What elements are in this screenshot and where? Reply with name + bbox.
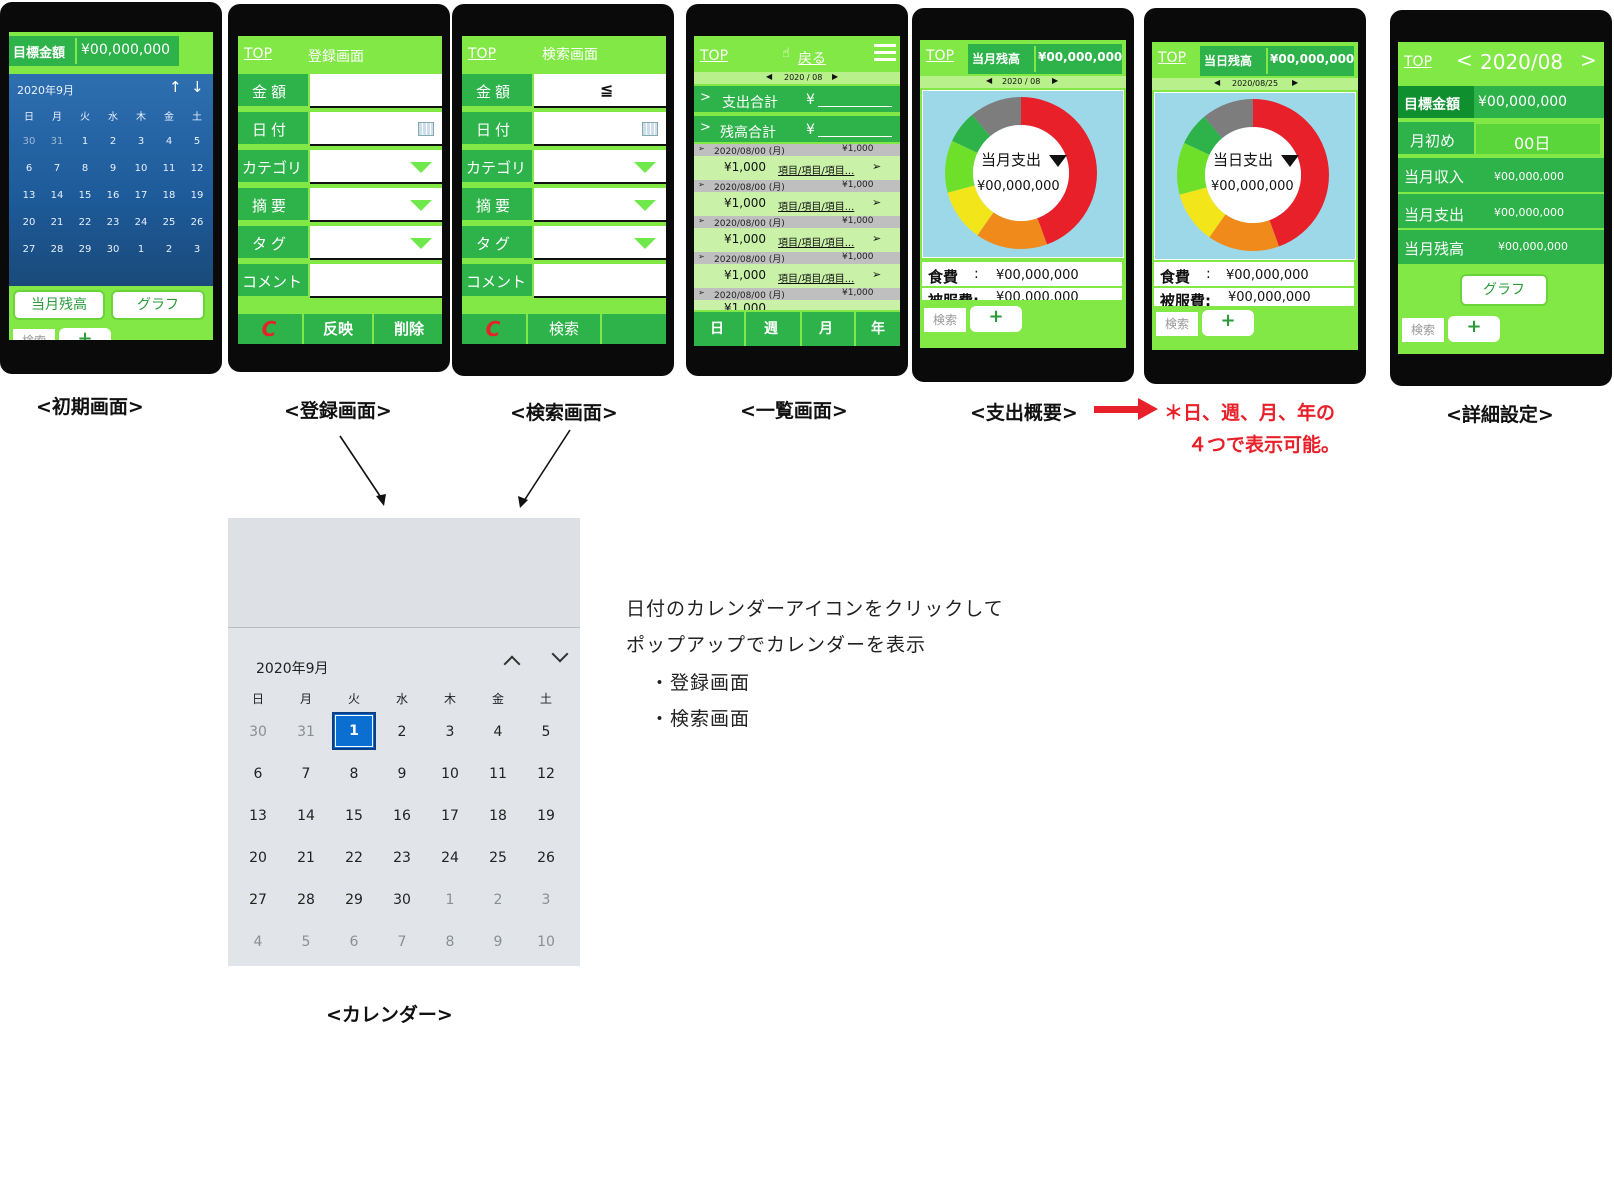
popup-calendar: 2020年9月 日月火水木金土 30 31 1 2 3 4 5 6 7 8 9 10 11 12 13 14 15… [228,518,580,966]
calendar-day-cell[interactable]: 12 [524,760,568,788]
chevron-down-icon[interactable] [551,645,569,663]
calendar-day-cell[interactable]: 10 [524,928,568,956]
calendar-day-cell[interactable]: 21 [284,844,328,872]
calendar-day-cell[interactable]: 18 [476,802,520,830]
note-line2: ポップアップでカレンダーを表示 [626,634,927,656]
calendar-day-cell[interactable]: 3 [524,886,568,914]
calendar-day-cell[interactable]: 30 [236,718,280,746]
calendar-day-cell[interactable]: 5 [284,928,328,956]
weekday-header: 木 [443,692,456,706]
weekday-header: 月 [299,692,312,706]
selected-date-cell[interactable]: 1 [332,712,376,750]
calendar-day-cell[interactable]: 8 [332,760,376,788]
popup-calendar-month: 2020年9月 [256,661,329,677]
calendar-day-cell[interactable]: 26 [524,844,568,872]
calendar-day-cell[interactable]: 27 [236,886,280,914]
calendar-day-cell[interactable]: 5 [524,718,568,746]
weekday-header: 火 [347,692,360,706]
calendar-day-cell[interactable]: 30 [380,886,424,914]
calendar-day-cell[interactable]: 7 [284,760,328,788]
calendar-day-cell[interactable]: 17 [428,802,472,830]
calendar-day-cell[interactable]: 4 [476,718,520,746]
calendar-day-cell[interactable]: 23 [380,844,424,872]
calendar-day-cell[interactable]: 19 [524,802,568,830]
calendar-day-cell[interactable]: 9 [476,928,520,956]
calendar-day-cell[interactable]: 10 [428,760,472,788]
calendar-day-cell[interactable]: 11 [476,760,520,788]
weekday-header: 水 [395,692,408,706]
calendar-day-cell[interactable]: 16 [380,802,424,830]
calendar-day-cell[interactable]: 13 [236,802,280,830]
note-line4: ・検索画面 [650,708,751,730]
calendar-day-cell[interactable]: 9 [380,760,424,788]
calendar-day-cell[interactable]: 25 [476,844,520,872]
calendar-day-cell[interactable]: 28 [284,886,328,914]
note-line1: 日付のカレンダーアイコンをクリックして [626,598,1004,620]
calendar-day-cell[interactable]: 14 [284,802,328,830]
calendar-day-cell[interactable]: 8 [428,928,472,956]
weekday-header: 土 [539,692,552,706]
calendar-day-cell[interactable]: 2 [476,886,520,914]
calendar-day-cell[interactable]: 31 [284,718,328,746]
calendar-day-cell[interactable]: 7 [380,928,424,956]
calendar-day-cell[interactable]: 6 [236,760,280,788]
calendar-day-cell[interactable]: 22 [332,844,376,872]
calendar-day-cell[interactable]: 1 [428,886,472,914]
calendar-day-cell[interactable]: 4 [236,928,280,956]
calendar-day-cell[interactable]: 3 [428,718,472,746]
note-line3: ・登録画面 [650,672,751,694]
calendar-day-cell[interactable]: 6 [332,928,376,956]
weekday-header: 金 [491,692,504,706]
weekday-header: 日 [251,692,264,706]
calendar-day-cell[interactable]: 2 [380,718,424,746]
calendar-day-cell[interactable]: 24 [428,844,472,872]
calendar-day-cell[interactable]: 15 [332,802,376,830]
calendar-day-cell[interactable]: 20 [236,844,280,872]
calendar-day-cell[interactable]: 29 [332,886,376,914]
chevron-up-icon[interactable] [503,655,521,673]
calendar-header-area [228,518,580,628]
